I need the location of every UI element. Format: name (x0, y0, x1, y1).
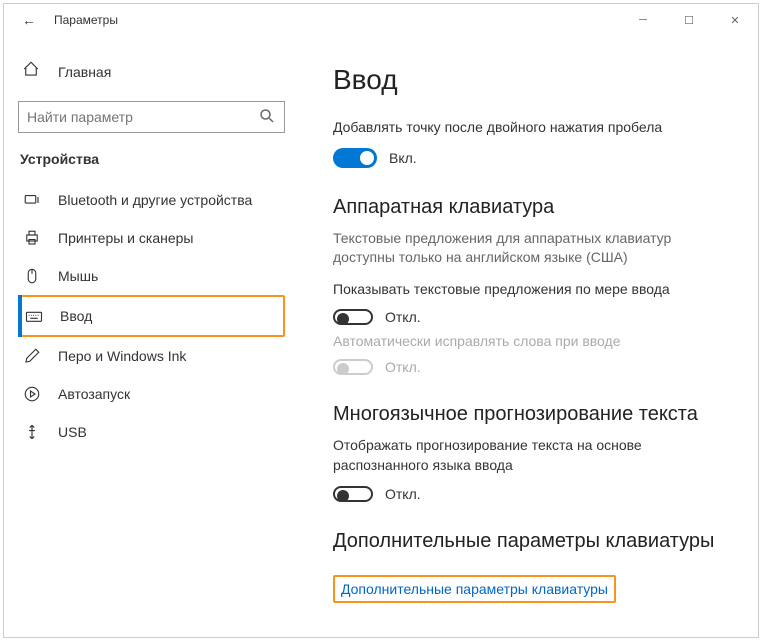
home-link[interactable]: Главная (18, 52, 285, 91)
nav-label: USB (58, 424, 87, 440)
nav-label: Автозапуск (58, 386, 130, 402)
sidebar-item-printers[interactable]: Принтеры и сканеры (18, 219, 285, 257)
maximize-button[interactable]: ☐ (666, 4, 712, 36)
main-content: Ввод Добавлять точку после двойного нажа… (299, 36, 758, 637)
multilang-toggle[interactable] (333, 486, 373, 502)
search-icon (258, 107, 276, 128)
printer-icon (22, 229, 42, 247)
titlebar: ← Параметры ─ ☐ ✕ (4, 4, 758, 36)
toggle-state: Откл. (385, 359, 421, 375)
toggle-state: Откл. (385, 486, 421, 502)
advanced-heading: Дополнительные параметры клавиатуры (333, 530, 724, 553)
multilang-desc: Отображать прогнозирование текста на осн… (333, 436, 724, 475)
autocorrect-toggle (333, 359, 373, 375)
toggle-state: Откл. (385, 309, 421, 325)
autocorrect-label: Автоматически исправлять слова при вводе (333, 333, 724, 349)
pen-icon (22, 347, 42, 365)
search-box[interactable] (18, 101, 285, 133)
show-suggestions-toggle[interactable] (333, 309, 373, 325)
bluetooth-icon (22, 191, 42, 209)
show-suggestions-label: Показывать текстовые предложения по мере… (333, 280, 724, 300)
double-space-label: Добавлять точку после двойного нажатия п… (333, 118, 724, 138)
nav-label: Bluetooth и другие устройства (58, 192, 252, 208)
home-label: Главная (58, 64, 111, 80)
nav-label: Мышь (58, 268, 98, 284)
double-space-toggle[interactable] (333, 148, 377, 168)
usb-icon (22, 423, 42, 441)
back-button[interactable]: ← (14, 8, 44, 32)
sidebar-item-bluetooth[interactable]: Bluetooth и другие устройства (18, 181, 285, 219)
sidebar-item-autoplay[interactable]: Автозапуск (18, 375, 285, 413)
multilang-heading: Многоязычное прогнозирование текста (333, 403, 724, 426)
sidebar: Главная Устройства Bluetooth и другие ус… (4, 36, 299, 637)
autoplay-icon (22, 385, 42, 403)
sidebar-item-typing[interactable]: Ввод (18, 295, 285, 337)
toggle-state: Вкл. (389, 150, 417, 166)
nav-label: Ввод (60, 308, 92, 324)
advanced-keyboard-link[interactable]: Дополнительные параметры клавиатуры (333, 575, 616, 603)
window-title: Параметры (54, 13, 118, 27)
keyboard-icon (24, 307, 44, 325)
search-input[interactable] (27, 109, 258, 125)
sidebar-item-pen[interactable]: Перо и Windows Ink (18, 337, 285, 375)
minimize-button[interactable]: ─ (620, 4, 666, 36)
mouse-icon (22, 267, 42, 285)
page-title: Ввод (333, 64, 724, 96)
nav-label: Принтеры и сканеры (58, 230, 193, 246)
home-icon (22, 60, 42, 83)
close-button[interactable]: ✕ (712, 4, 758, 36)
nav-label: Перо и Windows Ink (58, 348, 186, 364)
hardware-kb-heading: Аппаратная клавиатура (333, 196, 724, 219)
sidebar-item-usb[interactable]: USB (18, 413, 285, 451)
hardware-kb-desc: Текстовые предложения для аппаратных кла… (333, 229, 724, 268)
sidebar-item-mouse[interactable]: Мышь (18, 257, 285, 295)
category-title: Устройства (18, 151, 285, 167)
